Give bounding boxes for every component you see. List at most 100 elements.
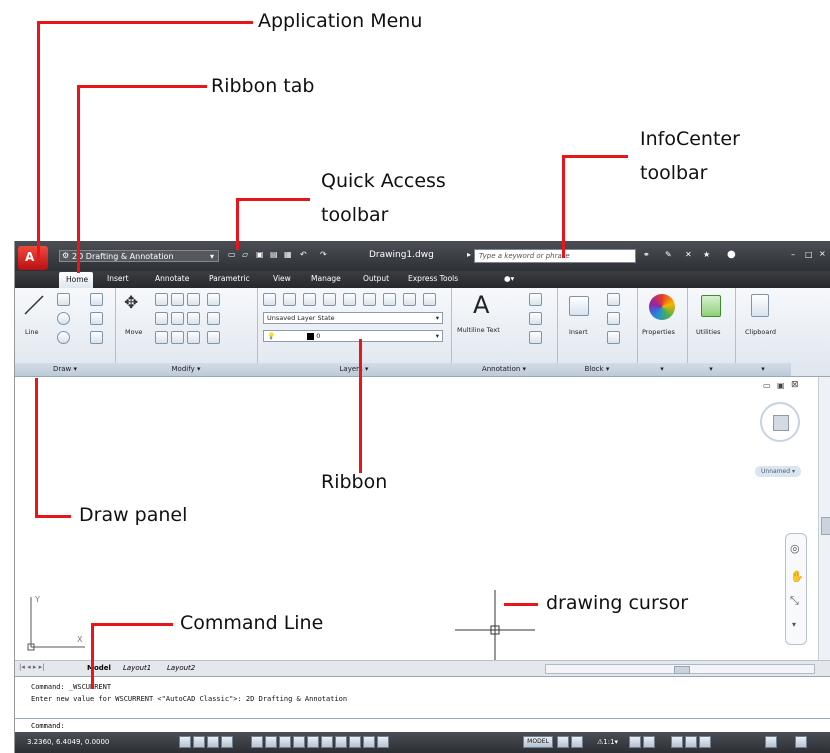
modify-panel-title[interactable]: Modify ▾ xyxy=(115,363,257,376)
zoom-icon[interactable]: ⤡ xyxy=(790,594,799,608)
viewcube-top-face[interactable] xyxy=(773,415,789,431)
subscription-icon[interactable]: ✕ xyxy=(685,250,692,259)
close-icon[interactable]: × xyxy=(819,249,826,258)
annotation-scale[interactable]: ⚠1:1▾ xyxy=(597,738,618,746)
dimension-icon[interactable] xyxy=(529,293,542,306)
mirror-icon[interactable] xyxy=(207,293,220,306)
utilities-panel-title[interactable]: ▾ xyxy=(687,363,735,376)
tab-express-tools[interactable]: Express Tools xyxy=(408,274,458,283)
offset-icon[interactable] xyxy=(171,331,184,344)
rotate-icon[interactable] xyxy=(155,293,168,306)
viewport-minimize-icon[interactable]: ▭ xyxy=(763,381,771,390)
tab-home[interactable]: Home xyxy=(59,272,93,288)
tab-insert[interactable]: Insert xyxy=(107,274,129,283)
infocenter-search-input[interactable]: Type a keyword or phrase xyxy=(474,249,636,263)
chamfer-icon[interactable] xyxy=(207,331,220,344)
open-icon[interactable]: ▱ xyxy=(242,250,248,259)
favorites-icon[interactable]: ★ xyxy=(703,250,710,259)
save-icon[interactable]: ▣ xyxy=(256,250,264,259)
layer-lock-icon[interactable] xyxy=(403,293,416,306)
move-button-label[interactable]: Move xyxy=(125,328,142,336)
clipboard-label[interactable]: Clipboard xyxy=(745,328,776,336)
tab-layout1[interactable]: Layout1 xyxy=(123,664,151,672)
table-icon[interactable] xyxy=(529,331,542,344)
explode-icon[interactable] xyxy=(207,312,220,325)
layers-panel-title[interactable]: Layers ▾ xyxy=(257,363,451,376)
array-icon[interactable] xyxy=(187,331,200,344)
help-icon[interactable]: ● xyxy=(727,249,736,260)
move-icon[interactable]: ✥ xyxy=(124,293,138,313)
command-line-input[interactable]: Command: xyxy=(15,718,830,733)
layer-freeze-icon[interactable] xyxy=(303,293,316,306)
leader-icon[interactable] xyxy=(529,312,542,325)
binoculars-icon[interactable]: ⚭ xyxy=(643,250,650,259)
layer-dropdown[interactable]: 💡 0 ▾ xyxy=(263,330,443,342)
draw-panel-title[interactable]: Draw ▾ xyxy=(15,363,115,376)
ucs-menu[interactable]: Unnamed ▾ xyxy=(755,466,801,477)
tab-layout2[interactable]: Layout2 xyxy=(167,664,195,672)
annotation-panel-title[interactable]: Annotation ▾ xyxy=(451,363,557,376)
hardware-acceleration-icon[interactable] xyxy=(699,736,711,748)
ortho-mode-toggle[interactable] xyxy=(221,736,233,748)
clipboard-icon[interactable] xyxy=(751,294,769,317)
selection-cycling-toggle[interactable] xyxy=(377,736,389,748)
ribbon-options-icon[interactable]: ●▾ xyxy=(504,274,514,283)
insert-button-label[interactable]: Insert xyxy=(569,328,588,336)
line-button-label[interactable]: Line xyxy=(25,328,39,336)
orbit-icon[interactable]: ▾ xyxy=(792,620,796,629)
properties-label[interactable]: Properties xyxy=(642,328,675,336)
workspace-switching-icon[interactable] xyxy=(671,736,683,748)
layer-isolate-icon[interactable] xyxy=(283,293,296,306)
stretch-icon[interactable] xyxy=(171,312,184,325)
rectangle-icon[interactable] xyxy=(90,312,103,325)
steering-wheel-icon[interactable]: ◎ xyxy=(790,542,800,555)
layer-match-icon[interactable] xyxy=(343,293,356,306)
utilities-icon[interactable] xyxy=(701,295,721,317)
fillet-icon[interactable] xyxy=(155,312,168,325)
dynamic-ucs-toggle[interactable] xyxy=(307,736,319,748)
edit-block-icon[interactable] xyxy=(607,312,620,325)
auto-scale-icon[interactable] xyxy=(643,736,655,748)
workspace-dropdown[interactable]: ⚙ 2D Drafting & Annotation ▾ xyxy=(59,250,219,262)
insert-block-icon[interactable] xyxy=(569,296,589,316)
plot-icon[interactable]: ▦ xyxy=(284,250,292,259)
transparency-toggle[interactable] xyxy=(349,736,361,748)
multiline-text-label[interactable]: Multiline Text xyxy=(457,326,500,334)
polar-tracking-toggle[interactable] xyxy=(251,736,263,748)
copy-icon[interactable] xyxy=(187,293,200,306)
tab-navigation-icon[interactable]: |◂ ◂ ▸ ▸| xyxy=(19,663,44,671)
block-attribute-icon[interactable] xyxy=(607,331,620,344)
scale-icon[interactable] xyxy=(187,312,200,325)
layer-off-icon[interactable] xyxy=(323,293,336,306)
undo-icon[interactable]: ↶ xyxy=(300,250,307,259)
erase-icon[interactable] xyxy=(155,331,168,344)
line-tool-icon[interactable] xyxy=(23,294,45,316)
viewport-restore-icon[interactable]: ▣ xyxy=(777,381,785,390)
quick-view-drawings-icon[interactable] xyxy=(571,736,583,748)
communication-center-icon[interactable]: ✎ xyxy=(665,250,672,259)
dynamic-input-toggle[interactable] xyxy=(321,736,333,748)
layer-properties-icon[interactable] xyxy=(263,293,276,306)
create-block-icon[interactable] xyxy=(607,293,620,306)
lineweight-toggle[interactable] xyxy=(335,736,347,748)
viewcube[interactable] xyxy=(760,402,800,442)
layer-previous-icon[interactable] xyxy=(363,293,376,306)
new-icon[interactable]: ▭ xyxy=(228,250,236,259)
clipboard-panel-title[interactable]: ▾ xyxy=(735,363,791,376)
polyline-icon[interactable] xyxy=(57,293,70,306)
application-menu-button[interactable]: A xyxy=(18,246,48,270)
horizontal-scrollbar[interactable] xyxy=(545,664,815,674)
pan-icon[interactable]: ✋ xyxy=(790,570,804,583)
circle-icon[interactable] xyxy=(57,312,70,325)
properties-panel-title[interactable]: ▾ xyxy=(637,363,687,376)
toolbar-lock-icon[interactable] xyxy=(685,736,697,748)
object-snap-toggle[interactable] xyxy=(265,736,277,748)
horizontal-scroll-thumb[interactable] xyxy=(674,666,690,674)
arc-icon[interactable] xyxy=(90,293,103,306)
layer-unlock-icon[interactable] xyxy=(423,293,436,306)
grid-display-toggle[interactable] xyxy=(207,736,219,748)
layer-walk-icon[interactable] xyxy=(383,293,396,306)
viewport-close-icon[interactable]: ⊠ xyxy=(791,380,799,390)
3d-object-snap-toggle[interactable] xyxy=(279,736,291,748)
tab-view[interactable]: View xyxy=(273,274,291,283)
